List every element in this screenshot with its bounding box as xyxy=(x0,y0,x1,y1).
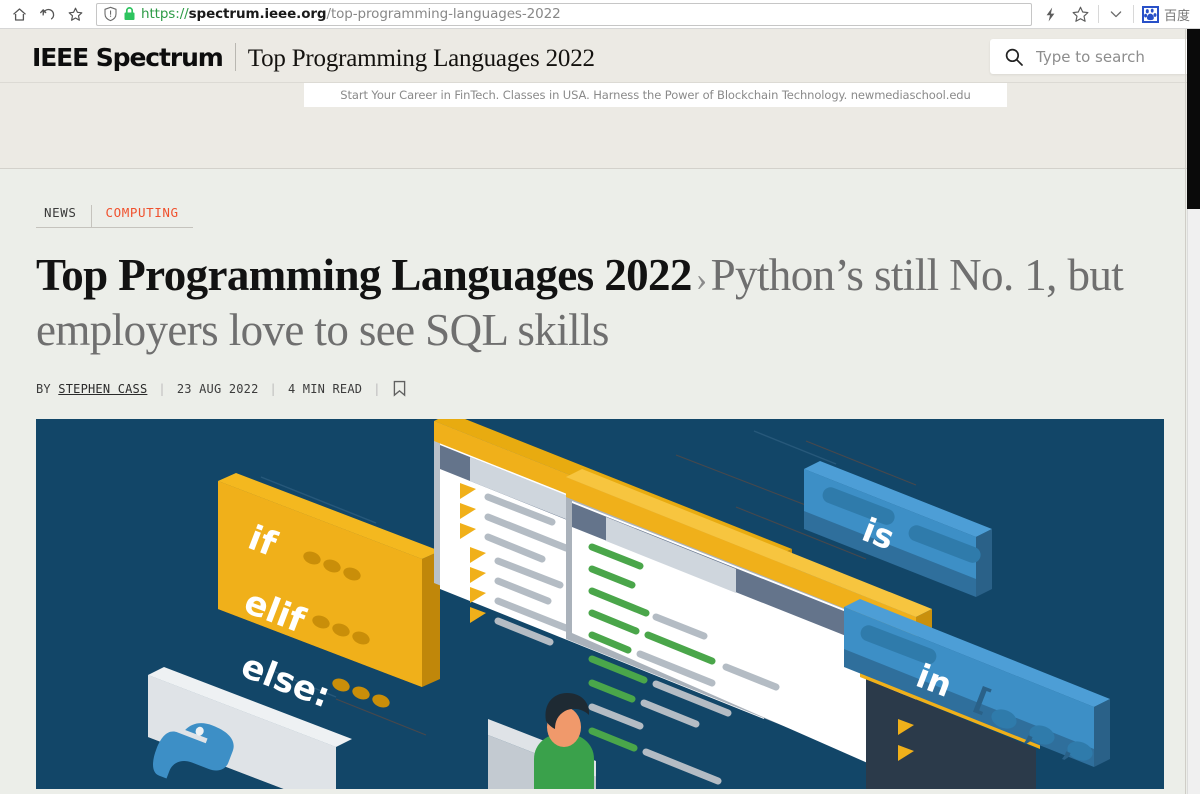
site-header: IEEE Spectrum Top Programming Languages … xyxy=(0,29,1200,83)
url-host: spectrum.ieee.org xyxy=(188,6,327,22)
baidu-paw-icon xyxy=(1141,5,1159,23)
overflow-button[interactable] xyxy=(1101,1,1131,27)
url-bar[interactable]: https://spectrum.ieee.org/top-programmin… xyxy=(96,2,1032,26)
star-icon xyxy=(68,7,82,21)
home-icon xyxy=(12,7,26,21)
toolbar-divider xyxy=(1097,5,1099,23)
byline-divider-3: | xyxy=(373,381,381,396)
lightning-bolt-icon xyxy=(1047,7,1055,21)
brand-lockup: IEEE Spectrum Top Programming Languages … xyxy=(0,38,595,73)
reload-button[interactable] xyxy=(34,1,60,27)
url-text: https://spectrum.ieee.org/top-programmin… xyxy=(141,6,561,22)
padlock-icon[interactable] xyxy=(123,6,136,22)
byline-divider-1: | xyxy=(158,381,166,396)
article-tags: NEWS COMPUTING xyxy=(36,169,1164,228)
toolbar-divider-2 xyxy=(1132,5,1134,23)
search-box[interactable] xyxy=(990,39,1200,74)
lightning-button[interactable] xyxy=(1036,1,1066,27)
shield-warning-icon[interactable] xyxy=(103,6,118,22)
section-title[interactable]: Top Programming Languages 2022 xyxy=(248,45,595,73)
star-outline-icon xyxy=(1073,6,1089,22)
save-article-button[interactable] xyxy=(392,380,407,397)
browser-toolbar: https://spectrum.ieee.org/top-programmin… xyxy=(0,0,1200,29)
page-scrollbar[interactable] xyxy=(1187,29,1200,794)
baidu-extension-label: 百度 xyxy=(1163,8,1190,24)
baidu-extension-button[interactable]: 百度 xyxy=(1136,5,1200,24)
article: NEWS COMPUTING Top Programming Languages… xyxy=(0,169,1200,789)
byline-author-link[interactable]: STEPHEN CASS xyxy=(58,382,147,396)
advertisement-text: Start Your Career in FinTech. Classes in… xyxy=(340,88,971,102)
tag-news[interactable]: NEWS xyxy=(36,205,91,228)
bookmark-icon xyxy=(393,380,405,397)
search-icon xyxy=(1005,48,1023,66)
advertisement-banner[interactable]: Start Your Career in FinTech. Classes in… xyxy=(304,83,1007,107)
hero-illustration: if elif else: is in [, , xyxy=(36,419,1164,789)
browser-nav-buttons xyxy=(0,1,88,27)
ieee-spectrum-logo[interactable]: IEEE Spectrum xyxy=(32,43,224,72)
byline-divider-2: | xyxy=(269,381,277,396)
headline-chevron-icon: › xyxy=(695,261,707,298)
byline-date: 23 AUG 2022 xyxy=(176,381,259,396)
home-button[interactable] xyxy=(6,1,32,27)
byline: BY STEPHEN CASS | 23 AUG 2022 | 4 MIN RE… xyxy=(36,380,1164,397)
chevron-down-icon xyxy=(1110,11,1122,18)
favorite-button[interactable] xyxy=(1066,1,1096,27)
bookmark-star-button[interactable] xyxy=(62,1,88,27)
url-scheme: https:// xyxy=(141,6,189,22)
hero-image: if elif else: is in [, , xyxy=(36,419,1164,789)
byline-by-prefix: BY xyxy=(36,381,51,396)
byline-read-time: 4 MIN READ xyxy=(287,381,363,396)
search-input[interactable] xyxy=(1036,47,1186,66)
brand-divider xyxy=(234,43,236,71)
tag-computing[interactable]: COMPUTING xyxy=(90,205,193,228)
content-right-edge xyxy=(1185,29,1186,794)
browser-right-controls: 百度 xyxy=(1036,0,1200,29)
reload-icon xyxy=(39,8,54,19)
page-viewport: IEEE Spectrum Top Programming Languages … xyxy=(0,29,1200,794)
page-title: Top Programming Languages 2022 ›Python’s … xyxy=(36,250,1164,356)
scrollbar-thumb[interactable] xyxy=(1187,29,1200,209)
url-path: /top-programming-languages-2022 xyxy=(326,6,561,22)
headline-kicker: Top Programming Languages 2022 xyxy=(36,250,692,300)
advertisement-strip: Start Your Career in FinTech. Classes in… xyxy=(0,83,1200,169)
